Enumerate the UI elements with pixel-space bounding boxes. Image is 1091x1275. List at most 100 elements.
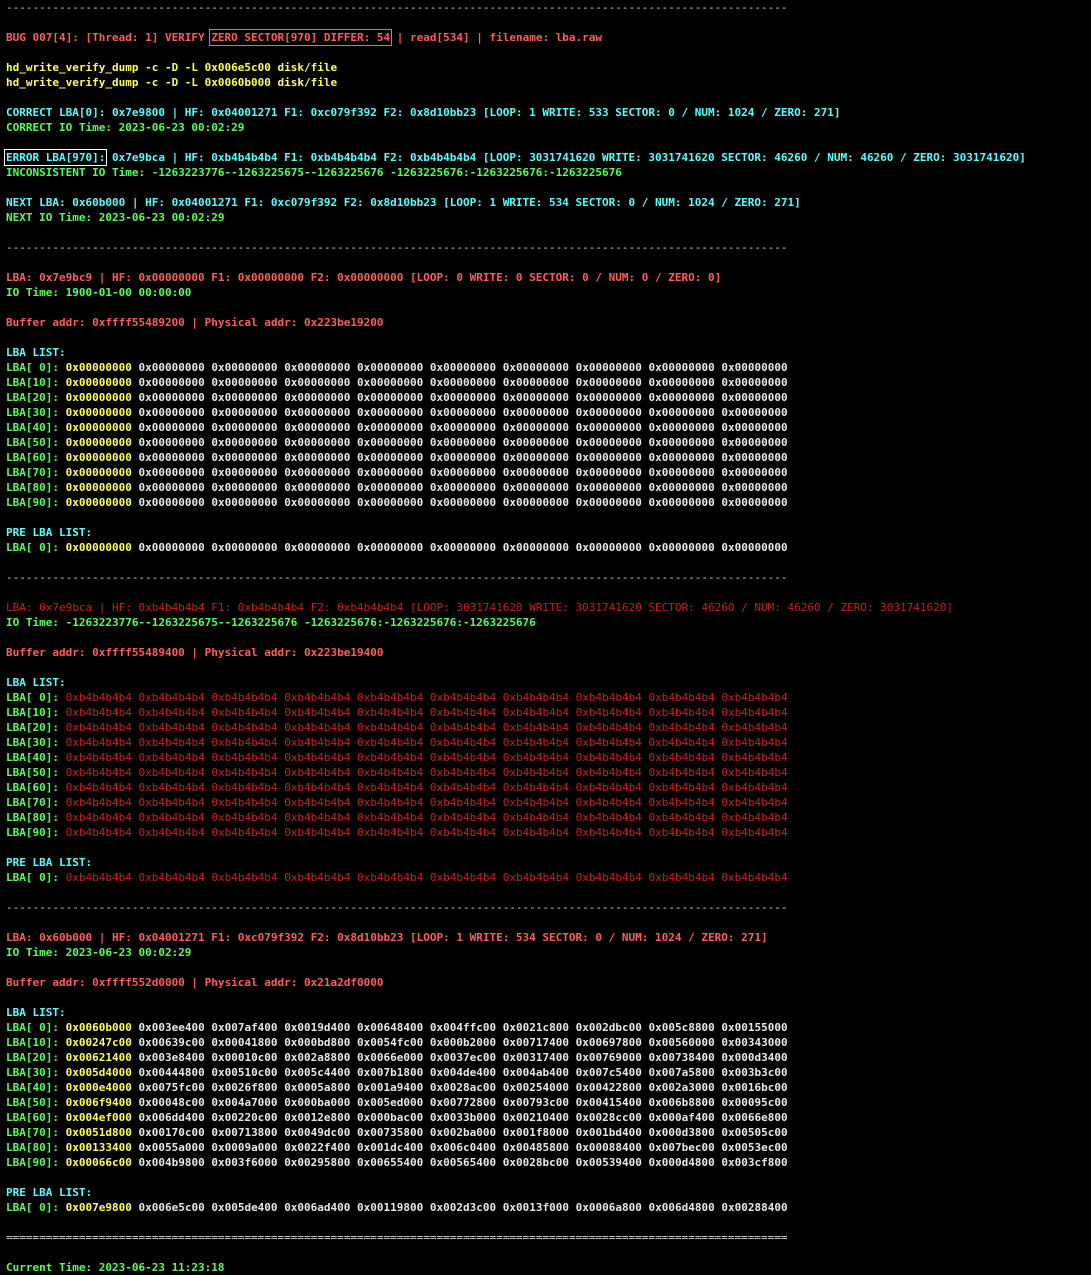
lba-value-cell: 0x0051d800 bbox=[65, 1126, 132, 1139]
lba-value-cell: 0xb4b4b4b4 bbox=[502, 781, 569, 794]
error-lba-label: ERROR LBA[970]: bbox=[3, 149, 108, 166]
lba-value-cell: 0x00000000 bbox=[138, 496, 205, 509]
lba-list-title: LBA LIST: bbox=[6, 1006, 66, 1019]
lba-value-cell: 0x00000000 bbox=[721, 391, 788, 404]
lba-value-cell: 0x006f9400 bbox=[65, 1096, 132, 1109]
lba-value-cell: 0xb4b4b4b4 bbox=[357, 721, 424, 734]
lba-value-cell: 0xb4b4b4b4 bbox=[429, 871, 497, 884]
lba-value-cell: 0x00000000 bbox=[138, 421, 205, 434]
lba-value-cell: 0x004ef000 bbox=[65, 1111, 132, 1124]
lba-value-cell: 0xb4b4b4b4 bbox=[502, 796, 569, 809]
lba-list-row: LBA[70]: 0x00000000 0x00000000 0x0000000… bbox=[6, 465, 1091, 480]
lba-value-cell: 0xb4b4b4b4 bbox=[502, 766, 569, 779]
lba-value-cell: 0x004ffc00 bbox=[429, 1021, 497, 1034]
lba-value-cell: 0x00000000 bbox=[575, 541, 642, 554]
lba-value-cell: 0x00000000 bbox=[65, 406, 132, 419]
lba-value-cell: 0x007af400 bbox=[211, 1021, 278, 1034]
lba-value-cell: 0x000e4000 bbox=[65, 1081, 132, 1094]
lba-value-cell: 0x003ee400 bbox=[138, 1021, 205, 1034]
lba-list-row: LBA[60]: 0x004ef000 0x006dd400 0x00220c0… bbox=[6, 1110, 1091, 1125]
lba-list-row: LBA[30]: 0x005d4000 0x00444800 0x00510c0… bbox=[6, 1065, 1091, 1080]
lba-value-cell: 0x00000000 bbox=[648, 466, 715, 479]
lba-value-cell: 0x00000000 bbox=[429, 376, 497, 389]
lba-value-cell: 0x00000000 bbox=[721, 481, 788, 494]
lba-value-cell: 0xb4b4b4b4 bbox=[575, 706, 642, 719]
lba-value-cell: 0x00000000 bbox=[429, 361, 497, 374]
error-lba-line: ERROR LBA[970]: 0x7e9bca | HF: 0xb4b4b4b… bbox=[3, 149, 1091, 166]
lba-value-cell: 0xb4b4b4b4 bbox=[284, 766, 351, 779]
lba-value-cell: 0x00000000 bbox=[357, 466, 424, 479]
lba-value-cell: 0x005ed000 bbox=[357, 1096, 424, 1109]
lba-value-cell: 0x00000000 bbox=[648, 541, 715, 554]
separator: ----------------------------------------… bbox=[6, 571, 788, 584]
section-lba-header: LBA: 0x60b000 | HF: 0x04001271 F1: 0xc07… bbox=[6, 931, 768, 944]
lba-value-cell: 0x0012e800 bbox=[284, 1111, 351, 1124]
lba-value-cell: 0x005c4400 bbox=[284, 1066, 351, 1079]
lba-value-cell: 0xb4b4b4b4 bbox=[721, 691, 788, 704]
lba-value-cell: 0x00000000 bbox=[429, 451, 497, 464]
lba-value-cell: 0xb4b4b4b4 bbox=[429, 781, 497, 794]
lba-value-cell: 0xb4b4b4b4 bbox=[357, 736, 424, 749]
lba-value-cell: 0xb4b4b4b4 bbox=[357, 871, 424, 884]
lba-row-label: LBA[30]: bbox=[6, 736, 59, 749]
command-line-2[interactable]: hd_write_verify_dump -c -D -L 0x0060b000… bbox=[6, 75, 1091, 90]
command-line-1[interactable]: hd_write_verify_dump -c -D -L 0x006e5c00… bbox=[6, 60, 1091, 75]
lba-value-cell: 0x00648400 bbox=[357, 1021, 424, 1034]
lba-value-cell: 0x002dbc00 bbox=[575, 1021, 642, 1034]
lba-value-cell: 0xb4b4b4b4 bbox=[65, 691, 132, 704]
lba-value-cell: 0x00000000 bbox=[357, 496, 424, 509]
lba-value-cell: 0xb4b4b4b4 bbox=[648, 826, 715, 839]
lba-value-cell: 0x000b2000 bbox=[429, 1036, 497, 1049]
lba-value-cell: 0xb4b4b4b4 bbox=[721, 736, 788, 749]
lba-value-cell: 0xb4b4b4b4 bbox=[138, 706, 205, 719]
lba-value-cell: 0x00697800 bbox=[575, 1036, 642, 1049]
lba-value-cell: 0x00000000 bbox=[284, 376, 351, 389]
lba-value-cell: 0xb4b4b4b4 bbox=[429, 721, 497, 734]
lba-value-cell: 0x00000000 bbox=[648, 391, 715, 404]
lba-value-cell: 0x00000000 bbox=[357, 406, 424, 419]
lba-value-cell: 0x00000000 bbox=[211, 391, 278, 404]
lba-value-cell: 0xb4b4b4b4 bbox=[211, 691, 278, 704]
lba-value-cell: 0x00066c00 bbox=[65, 1156, 132, 1169]
lba-value-cell: 0xb4b4b4b4 bbox=[211, 871, 278, 884]
lba-value-cell: 0x000bd800 bbox=[284, 1036, 351, 1049]
lba-list-row: LBA[90]: 0xb4b4b4b4 0xb4b4b4b4 0xb4b4b4b… bbox=[6, 825, 1091, 840]
lba-value-cell: 0x00000000 bbox=[648, 451, 715, 464]
lba-value-cell: 0xb4b4b4b4 bbox=[429, 751, 497, 764]
lba-row-label: LBA[50]: bbox=[6, 766, 59, 779]
lba-value-cell: 0x003cf800 bbox=[721, 1156, 788, 1169]
lba-value-cell: 0x00000000 bbox=[575, 496, 642, 509]
lba-value-cell: 0x00000000 bbox=[138, 406, 205, 419]
lba-list-row: LBA[50]: 0x00000000 0x00000000 0x0000000… bbox=[6, 435, 1091, 450]
lba-value-cell: 0x00000000 bbox=[284, 436, 351, 449]
bug-suffix: | read[534] | filename: lba.raw bbox=[390, 31, 603, 44]
lba-value-cell: 0x00000000 bbox=[648, 361, 715, 374]
bug-prefix: BUG 007[4]: [Thread: 1] VERIFY bbox=[6, 31, 212, 44]
lba-value-cell: 0x000ba000 bbox=[284, 1096, 351, 1109]
lba-value-cell: 0x00000000 bbox=[284, 466, 351, 479]
section-lba-header: LBA: 0x7e9bc9 | HF: 0x00000000 F1: 0x000… bbox=[6, 271, 722, 284]
lba-row-label: LBA[60]: bbox=[6, 1111, 59, 1124]
lba-value-cell: 0x00000000 bbox=[211, 496, 278, 509]
lba-value-cell: 0xb4b4b4b4 bbox=[502, 691, 569, 704]
terminal-screen: ----------------------------------------… bbox=[3, 0, 1091, 1275]
lba-value-cell: 0xb4b4b4b4 bbox=[357, 811, 424, 824]
lba-value-cell: 0xb4b4b4b4 bbox=[284, 691, 351, 704]
lba-value-cell: 0x00000000 bbox=[502, 451, 569, 464]
lba-value-cell: 0x00000000 bbox=[65, 436, 132, 449]
pre-lba-list-title: PRE LBA LIST: bbox=[6, 526, 93, 539]
lba-value-cell: 0x00000000 bbox=[138, 376, 205, 389]
lba-value-cell: 0x00000000 bbox=[65, 421, 132, 434]
lba-value-cell: 0x00444800 bbox=[138, 1066, 205, 1079]
section-buffer-addr: Buffer addr: 0xffff55489200 | Physical a… bbox=[6, 316, 384, 329]
lba-value-cell: 0x0066e800 bbox=[721, 1111, 788, 1124]
lba-value-cell: 0x006dd400 bbox=[138, 1111, 205, 1124]
lba-value-cell: 0xb4b4b4b4 bbox=[429, 736, 497, 749]
lba-value-cell: 0xb4b4b4b4 bbox=[502, 751, 569, 764]
inconsistent-io-time: INCONSISTENT IO Time: -1263223776--12632… bbox=[6, 166, 622, 179]
lba-value-cell: 0xb4b4b4b4 bbox=[575, 871, 642, 884]
lba-value-cell: 0x00000000 bbox=[65, 481, 132, 494]
lba-value-cell: 0xb4b4b4b4 bbox=[65, 781, 132, 794]
lba-value-cell: 0xb4b4b4b4 bbox=[575, 736, 642, 749]
lba-list-row: LBA[40]: 0x00000000 0x00000000 0x0000000… bbox=[6, 420, 1091, 435]
